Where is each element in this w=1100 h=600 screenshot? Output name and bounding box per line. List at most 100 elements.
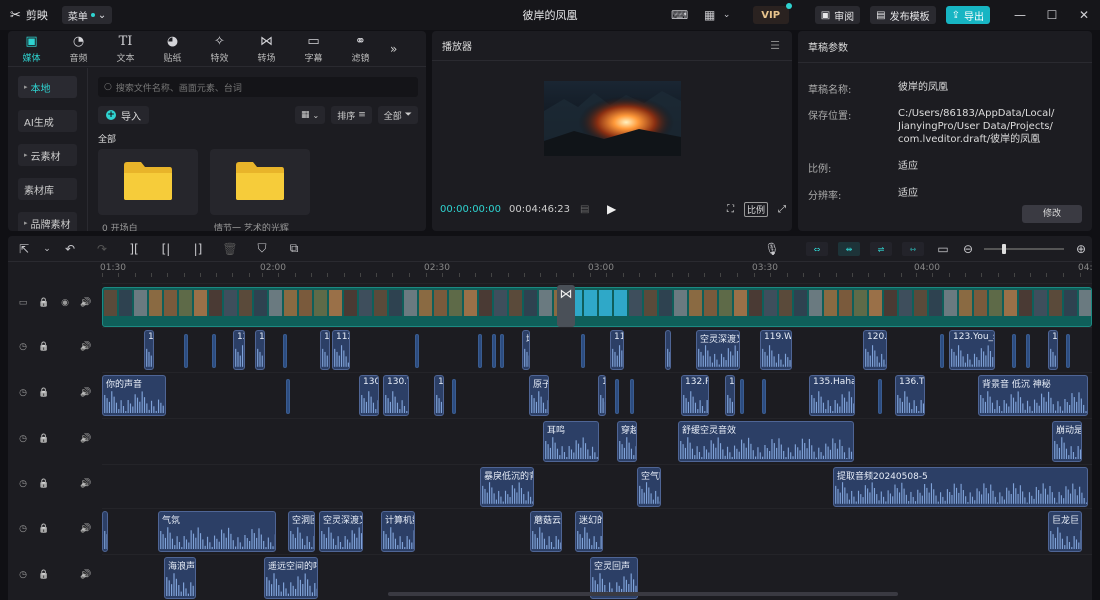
- export-button[interactable]: ⇪ 导出: [945, 6, 990, 24]
- audio-clip[interactable]: 迷幻的: [575, 511, 603, 552]
- view-mode-button[interactable]: ▦ ⌄: [295, 106, 326, 124]
- speaker-icon[interactable]: 🔊: [80, 388, 92, 398]
- tab-effects[interactable]: ✧ 特效: [196, 34, 243, 64]
- audio-track-icon[interactable]: ◷: [17, 434, 29, 444]
- play-icon[interactable]: ▶: [607, 202, 616, 216]
- audio-track-icon[interactable]: ◷: [17, 342, 29, 352]
- undo-icon[interactable]: ↶: [54, 242, 86, 256]
- audio-clip[interactable]: 13: [434, 375, 444, 416]
- zoom-slider[interactable]: [984, 244, 1064, 254]
- lock-icon[interactable]: 🔒: [38, 298, 50, 308]
- audio-clip[interactable]: [102, 511, 108, 552]
- audio-clip-short[interactable]: [762, 379, 766, 414]
- speaker-icon[interactable]: 🔊: [80, 298, 92, 308]
- menu-button[interactable]: 菜单 ⌄: [61, 6, 113, 24]
- audio-clip-short[interactable]: [500, 334, 504, 368]
- transition-marker[interactable]: ⋈: [557, 285, 575, 327]
- audio-clip[interactable]: 119.We: [760, 330, 792, 370]
- audio-clip[interactable]: 气氛: [158, 511, 276, 552]
- audio-clip[interactable]: 130.: [359, 375, 379, 416]
- audio-clip[interactable]: 巨龙巨: [1048, 511, 1082, 552]
- speaker-icon[interactable]: 🔊: [80, 479, 92, 489]
- zoom-out-icon[interactable]: ⊖: [962, 242, 974, 256]
- lock-icon[interactable]: 🔒: [38, 434, 50, 444]
- audio-clip[interactable]: 蘑菇云: [530, 511, 562, 552]
- audio-clip-short[interactable]: [581, 334, 585, 368]
- redo-icon[interactable]: ↷: [86, 242, 118, 256]
- audio-clip[interactable]: 崩动是: [1052, 421, 1082, 462]
- lock-icon[interactable]: 🔒: [38, 342, 50, 352]
- audio-track[interactable]: 暴戾低沉的背 空气啸 提取音频20240508-5: [102, 464, 1092, 508]
- sidebar-item-library[interactable]: 素材库: [18, 178, 77, 200]
- tab-filter[interactable]: ⚭ 滤镜: [337, 34, 384, 64]
- preview-axis-icon[interactable]: ⇿: [902, 242, 924, 256]
- speaker-icon[interactable]: 🔊: [80, 434, 92, 444]
- modify-button[interactable]: 修改: [1022, 205, 1082, 223]
- audio-clip[interactable]: 原子: [529, 375, 549, 416]
- audio-clip[interactable]: 空洞回: [288, 511, 315, 552]
- speaker-icon[interactable]: 🔊: [80, 524, 92, 534]
- audio-clip-short[interactable]: [615, 379, 619, 414]
- folder-item[interactable]: [210, 149, 310, 215]
- audio-clip[interactable]: 123.You_sh: [949, 330, 995, 370]
- layout-icon[interactable]: ▦: [699, 6, 721, 24]
- audio-track-icon[interactable]: ◷: [17, 524, 29, 534]
- audio-clip-short[interactable]: [878, 379, 882, 414]
- chevron-down-icon[interactable]: ⌄: [40, 244, 54, 254]
- audio-clip[interactable]: 110: [610, 330, 624, 370]
- link-clips-icon[interactable]: ⇔: [806, 242, 828, 256]
- audio-clip[interactable]: 计算机数: [381, 511, 415, 552]
- trim-left-icon[interactable]: [|: [150, 242, 182, 256]
- tab-subtitle[interactable]: ▭ 字幕: [290, 34, 337, 64]
- audio-track[interactable]: 耳鸣 穿越 舒缓空灵音效 崩动是: [102, 418, 1092, 463]
- audio-clip[interactable]: 120.C: [863, 330, 887, 370]
- audio-clip[interactable]: 1: [1048, 330, 1058, 370]
- minimize-icon[interactable]: —: [1004, 8, 1036, 22]
- audio-clip[interactable]: 暴戾低沉的背: [480, 467, 534, 507]
- split-icon[interactable]: ][: [118, 242, 150, 256]
- tab-text[interactable]: TI 文本: [102, 34, 149, 64]
- maximize-icon[interactable]: ☐: [1036, 8, 1068, 22]
- audio-clip[interactable]: 13: [144, 330, 154, 370]
- tab-audio[interactable]: ◔ 音频: [55, 34, 102, 64]
- zoom-slider-knob[interactable]: [1002, 244, 1006, 254]
- marker-icon[interactable]: ⛉: [246, 241, 278, 256]
- audio-clip[interactable]: 舒缓空灵音效: [678, 421, 854, 462]
- import-button[interactable]: + 导入: [98, 106, 149, 124]
- lock-icon[interactable]: 🔒: [38, 570, 50, 580]
- audio-clip-short[interactable]: [415, 334, 419, 368]
- audio-clip[interactable]: 空灵深渡又: [319, 511, 363, 552]
- audio-clip-short[interactable]: [283, 334, 287, 368]
- audio-track[interactable]: 气氛 空洞回空灵深渡又 计算机数 蘑菇云 迷幻的 巨龙巨: [102, 508, 1092, 553]
- audio-clip[interactable]: 12: [255, 330, 265, 370]
- fit-frame-icon[interactable]: ⛶: [727, 204, 734, 215]
- publish-template-button[interactable]: ▤ 发布模板: [870, 6, 936, 24]
- audio-track[interactable]: 你的声音 130. 130.Ye 13 原子 1 132.Pe 13 135.Haha_w 136…: [102, 372, 1092, 417]
- video-preview[interactable]: [544, 81, 681, 156]
- audio-clip[interactable]: 135.Haha_w: [809, 375, 855, 416]
- audio-clip[interactable]: 穿越: [617, 421, 637, 462]
- lock-icon[interactable]: 🔒: [38, 479, 50, 489]
- audio-clip-short[interactable]: [1026, 334, 1030, 368]
- snap-icon[interactable]: ⇹: [838, 242, 860, 256]
- audio-track-icon[interactable]: ◷: [17, 570, 29, 580]
- audio-clip[interactable]: 136.Th: [895, 375, 925, 416]
- tab-sticker[interactable]: ◕ 贴纸: [149, 34, 196, 64]
- audio-clip-short[interactable]: [940, 334, 944, 368]
- lock-icon[interactable]: 🔒: [38, 524, 50, 534]
- audio-clip[interactable]: 背景音 低沉 神秘: [978, 375, 1088, 416]
- audio-track[interactable]: 13 127 12 11 112 培 110 1 空灵深渡又 119.We 120.C 123.You…: [102, 327, 1092, 371]
- audio-clip[interactable]: 112: [332, 330, 350, 370]
- audio-clip-short[interactable]: [1012, 334, 1016, 368]
- audio-clip[interactable]: 耳鸣: [543, 421, 599, 462]
- sidebar-item-cloud[interactable]: ▸ 云素材: [18, 144, 77, 166]
- audio-clip-short[interactable]: [1066, 334, 1070, 368]
- audio-clip-short[interactable]: [492, 334, 496, 368]
- folder-item[interactable]: [98, 149, 198, 215]
- filter-all-button[interactable]: 全部 ⏷: [377, 106, 418, 124]
- time-ruler[interactable]: 01:30 02:00 02:30 03:00 03:30 04:00 04:30: [100, 263, 1092, 277]
- microphone-icon[interactable]: 🎙: [762, 242, 782, 256]
- eye-icon[interactable]: ◉: [59, 298, 71, 308]
- linkage-icon[interactable]: ⇌: [870, 242, 892, 256]
- audio-clip[interactable]: 127: [233, 330, 245, 370]
